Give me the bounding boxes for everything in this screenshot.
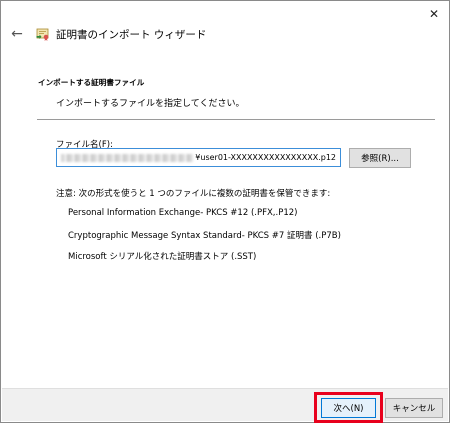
filename-input[interactable]: ¥user01-XXXXXXXXXXXXXXXX.p12 bbox=[56, 148, 341, 167]
filename-value: ¥user01-XXXXXXXXXXXXXXXX.p12 bbox=[195, 153, 336, 162]
certificate-icon bbox=[35, 26, 51, 42]
section-description: インポートするファイルを指定してください。 bbox=[56, 99, 245, 109]
wizard-header: ← 証明書のインポート ウィザード bbox=[1, 21, 449, 47]
format-note: 注意: 次の形式を使うと 1 つのファイルに複数の証明書を保管できます: bbox=[56, 189, 331, 199]
format-item-pkcs7: Cryptographic Message Syntax Standard- P… bbox=[68, 231, 341, 241]
redacted-path bbox=[61, 153, 194, 162]
back-button[interactable]: ← bbox=[7, 26, 27, 42]
format-item-pkcs12: Personal Information Exchange- PKCS #12 … bbox=[68, 208, 298, 218]
cancel-button[interactable]: キャンセル bbox=[385, 398, 443, 418]
wizard-title: 証明書のインポート ウィザード bbox=[56, 28, 207, 41]
back-arrow-icon: ← bbox=[11, 26, 23, 42]
footer-bar bbox=[2, 388, 448, 421]
section-heading: インポートする証明書ファイル bbox=[38, 78, 145, 87]
format-item-sst: Microsoft シリアル化された証明書ストア (.SST) bbox=[68, 252, 257, 262]
next-button[interactable]: 次へ(N) bbox=[321, 398, 376, 418]
wizard-window: ✕ ← 証明書のインポート ウィザード インポートする証明書ファイル インポート… bbox=[0, 0, 450, 423]
close-icon: ✕ bbox=[428, 7, 440, 21]
browse-button[interactable]: 参照(R)... bbox=[349, 148, 411, 168]
divider bbox=[37, 119, 435, 120]
